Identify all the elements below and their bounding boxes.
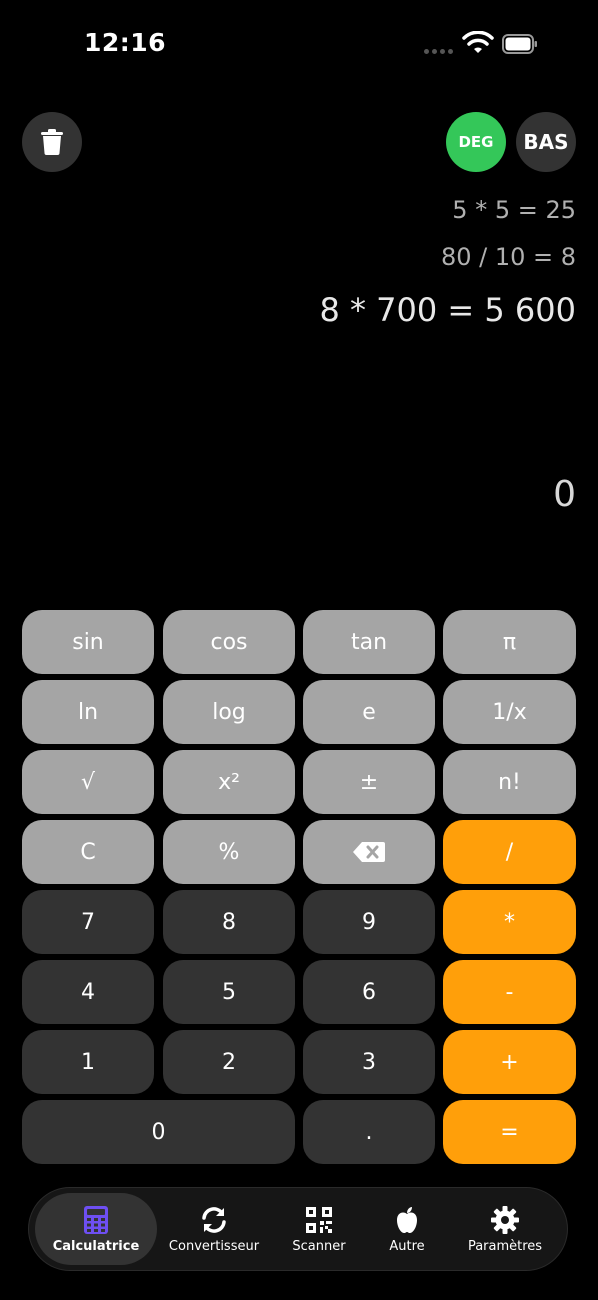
tab-autre[interactable]: Autre	[369, 1188, 445, 1270]
battery-icon	[502, 34, 537, 54]
digit-0-key[interactable]: 0	[22, 1100, 295, 1164]
history-entry[interactable]: 5 * 5 = 25	[452, 196, 576, 224]
digit-2-key[interactable]: 2	[163, 1030, 295, 1094]
apple-icon	[392, 1205, 422, 1235]
angle-mode-button[interactable]: DEG	[446, 112, 506, 172]
calculator-icon	[81, 1205, 111, 1235]
tab-convertisseur[interactable]: Convertisseur	[161, 1188, 267, 1270]
tab-parametres[interactable]: Paramètres	[453, 1188, 557, 1270]
status-time: 12:16	[84, 28, 167, 57]
tab-bar: Calculatrice Convertisseur Scanner Autre…	[28, 1187, 568, 1271]
clear-key[interactable]: C	[22, 820, 154, 884]
digit-4-key[interactable]: 4	[22, 960, 154, 1024]
sign-toggle-key[interactable]: ±	[303, 750, 435, 814]
log-key[interactable]: log	[163, 680, 295, 744]
reciprocal-key[interactable]: 1/x	[443, 680, 576, 744]
digit-7-key[interactable]: 7	[22, 890, 154, 954]
cos-key[interactable]: cos	[163, 610, 295, 674]
decimal-key[interactable]: .	[303, 1100, 435, 1164]
ln-key[interactable]: ln	[22, 680, 154, 744]
tab-label: Paramètres	[467, 1238, 543, 1254]
digit-6-key[interactable]: 6	[303, 960, 435, 1024]
sqrt-key[interactable]: √	[22, 750, 154, 814]
tab-label: Scanner	[292, 1238, 346, 1254]
keypad: sin cos tan π ln log e 1/x √ x² ± n! C %…	[22, 610, 576, 1166]
gear-icon	[490, 1205, 520, 1235]
digit-9-key[interactable]: 9	[303, 890, 435, 954]
factorial-key[interactable]: n!	[443, 750, 576, 814]
history-entry[interactable]: 80 / 10 = 8	[441, 243, 576, 271]
equals-key[interactable]: =	[443, 1100, 576, 1164]
wifi-icon	[462, 31, 494, 53]
result-display: 0	[553, 474, 576, 515]
backspace-key[interactable]	[303, 820, 435, 884]
multiply-key[interactable]: *	[443, 890, 576, 954]
divide-key[interactable]: /	[443, 820, 576, 884]
pi-key[interactable]: π	[443, 610, 576, 674]
digit-3-key[interactable]: 3	[303, 1030, 435, 1094]
qr-code-icon	[304, 1205, 334, 1235]
tab-label: Calculatrice	[52, 1238, 140, 1254]
cellular-signal-icon	[424, 49, 454, 54]
digit-1-key[interactable]: 1	[22, 1030, 154, 1094]
refresh-icon	[199, 1205, 229, 1235]
square-key[interactable]: x²	[163, 750, 295, 814]
backspace-icon	[353, 842, 385, 862]
clear-history-button[interactable]	[22, 112, 82, 172]
digit-5-key[interactable]: 5	[163, 960, 295, 1024]
sin-key[interactable]: sin	[22, 610, 154, 674]
percent-key[interactable]: %	[163, 820, 295, 884]
status-bar: 12:16	[0, 0, 598, 90]
digit-8-key[interactable]: 8	[163, 890, 295, 954]
e-key[interactable]: e	[303, 680, 435, 744]
tan-key[interactable]: tan	[303, 610, 435, 674]
history-entry-latest[interactable]: 8 * 700 = 5 600	[319, 291, 576, 329]
trash-icon	[41, 129, 63, 155]
tab-label: Autre	[389, 1238, 425, 1254]
subtract-key[interactable]: -	[443, 960, 576, 1024]
tab-scanner[interactable]: Scanner	[275, 1188, 363, 1270]
tab-label: Convertisseur	[168, 1238, 260, 1254]
add-key[interactable]: +	[443, 1030, 576, 1094]
tab-calculatrice[interactable]: Calculatrice	[35, 1193, 157, 1265]
base-mode-button[interactable]: BAS	[516, 112, 576, 172]
